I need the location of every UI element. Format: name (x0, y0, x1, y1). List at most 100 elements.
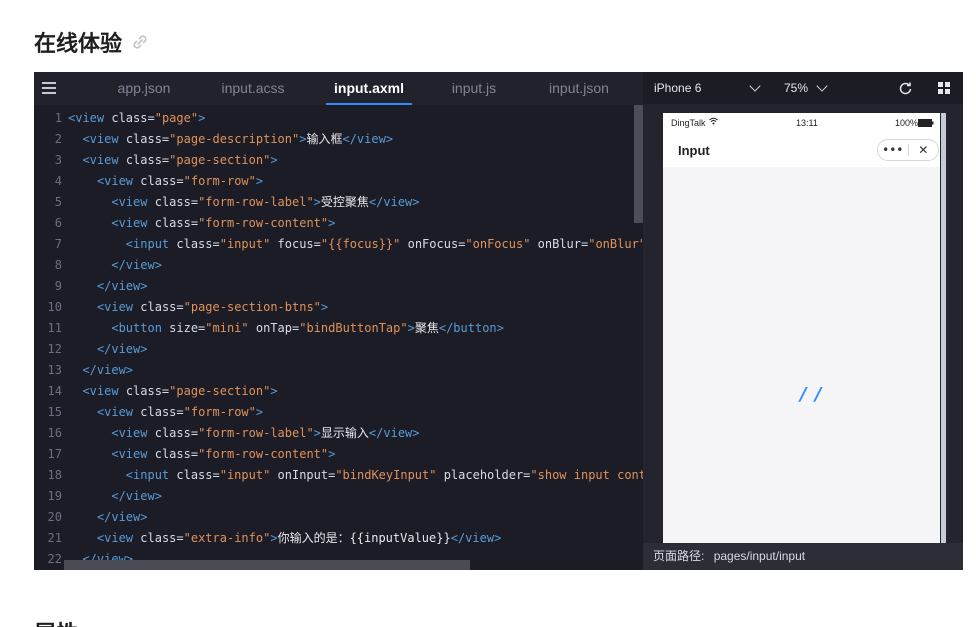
hamburger-icon[interactable] (42, 82, 56, 94)
code-editor: app.json input.acss input.axml input.js … (34, 72, 643, 570)
tab-input-js[interactable]: input.js (450, 72, 498, 105)
loading-spinner-icon: / / (800, 384, 823, 405)
code-line: 17 <view class="form-row-content"> (34, 444, 643, 465)
code-token: </view> (368, 195, 420, 209)
phone-screen[interactable]: DingTalk 13:11 100% Input ••• ✕ / / (663, 113, 940, 543)
link-icon[interactable] (130, 32, 150, 52)
code-token: onInput= (277, 468, 336, 482)
code-token: <view (111, 195, 155, 209)
line-number: 19 (47, 489, 62, 503)
code-token: <view (111, 216, 155, 230)
tab-input-axml[interactable]: input.axml (326, 72, 412, 105)
code-token: </view> (96, 342, 148, 356)
code-token: "input" (219, 468, 278, 482)
chevron-down-icon[interactable] (749, 80, 761, 92)
code-token: "onFocus" (465, 237, 538, 251)
section-heading: 在线体验 (34, 26, 150, 58)
code-token: onBlur= (537, 237, 589, 251)
refresh-icon[interactable] (899, 82, 912, 95)
more-icon[interactable]: ••• (878, 140, 908, 160)
code-token: </view> (450, 531, 502, 545)
line-number: 16 (47, 426, 62, 440)
code-token: class= (125, 153, 170, 167)
code-token: "page-section" (169, 384, 271, 398)
code-token: class= (111, 111, 155, 125)
tab-input-acss[interactable]: input.acss (220, 72, 286, 105)
code-token: class= (140, 405, 184, 419)
code-token: "page" (154, 111, 199, 125)
code-token: "form-row" (183, 405, 256, 419)
code-line: 19 </view> (34, 486, 643, 507)
code-line: 13 </view> (34, 360, 643, 381)
code-line: 6 <view class="form-row-content"> (34, 213, 643, 234)
code-token: "form-row-content" (198, 216, 329, 230)
code-token: <view (96, 174, 141, 188)
chevron-down-icon[interactable] (816, 80, 828, 92)
code-token: class= (176, 237, 220, 251)
code-token: "input" (219, 237, 278, 251)
vertical-scrollbar[interactable] (634, 105, 643, 223)
code-token: class= (140, 531, 184, 545)
line-number: 11 (47, 321, 62, 335)
code-token: <view (68, 111, 112, 125)
code-token: <view (96, 531, 141, 545)
horizontal-scrollbar[interactable] (64, 560, 470, 570)
code-token: </view> (111, 258, 162, 272)
code-line: 21 <view class="extra-info">你输入的是：{{inpu… (34, 528, 643, 549)
status-time: 13:11 (796, 118, 818, 128)
line-number: 22 (47, 552, 62, 566)
carrier-label: DingTalk (671, 118, 706, 128)
preview-toolbar: iPhone 6 75% (643, 72, 963, 104)
grid-icon[interactable] (938, 82, 950, 94)
code-token: class= (125, 132, 170, 146)
code-token: > (320, 300, 329, 314)
code-token: </view> (96, 279, 148, 293)
code-line: 5 <view class="form-row-label">受控聚焦</vie… (34, 192, 643, 213)
line-number: 12 (47, 342, 62, 356)
line-number: 17 (47, 447, 62, 461)
preview-scrollbar[interactable] (941, 113, 946, 543)
line-number: 4 (54, 174, 62, 188)
close-icon[interactable]: ✕ (909, 140, 939, 160)
code-token: "page-description" (169, 132, 300, 146)
code-token: </button> (438, 321, 504, 335)
tab-app-json[interactable]: app.json (116, 72, 172, 105)
code-line: 20 </view> (34, 507, 643, 528)
code-token: 聚焦 (414, 321, 439, 335)
code-token: "form-row-label" (198, 426, 314, 440)
code-token: > (255, 405, 264, 419)
code-token: "extra-info" (183, 531, 271, 545)
code-line: 12 </view> (34, 339, 643, 360)
line-number: 10 (47, 300, 62, 314)
code-token: > (328, 216, 336, 230)
code-token: 受控聚焦 (320, 195, 369, 209)
code-line: 15 <view class="form-row"> (34, 402, 643, 423)
preview-panel: iPhone 6 75% DingTalk 13:11 100% Input •… (643, 72, 963, 570)
code-token: <view (82, 132, 126, 146)
zoom-select[interactable]: 75% (784, 72, 808, 104)
code-token: </view> (342, 132, 394, 146)
line-number: 6 (54, 216, 62, 230)
code-token: <view (111, 447, 155, 461)
status-bar: DingTalk 13:11 100% (663, 113, 940, 133)
code-token: "form-row-label" (198, 195, 314, 209)
code-line: 2 <view class="page-description">输入框</vi… (34, 129, 643, 150)
code-token: "bindButtonTap" (299, 321, 408, 335)
page-path-bar: 页面路径: pages/input/input (643, 543, 963, 570)
code-token: <view (82, 153, 126, 167)
code-token: <view (96, 405, 141, 419)
code-line: 8 </view> (34, 255, 643, 276)
line-number: 14 (47, 384, 62, 398)
code-line: 1 <view class="page"> (34, 108, 643, 129)
code-token: > (407, 321, 415, 335)
code-token: </view> (368, 426, 420, 440)
code-area[interactable]: 1 <view class="page"> 2 <view class="page-… (34, 108, 643, 570)
device-select[interactable]: iPhone 6 (654, 72, 701, 104)
code-line: 18 <input class="input" onInput="bindKey… (34, 465, 643, 486)
tab-input-json[interactable]: input.json (546, 72, 612, 105)
code-token: <view (111, 426, 155, 440)
code-token: > (255, 174, 264, 188)
code-token: class= (125, 384, 170, 398)
battery-icon (918, 119, 934, 129)
line-number: 8 (54, 258, 62, 272)
